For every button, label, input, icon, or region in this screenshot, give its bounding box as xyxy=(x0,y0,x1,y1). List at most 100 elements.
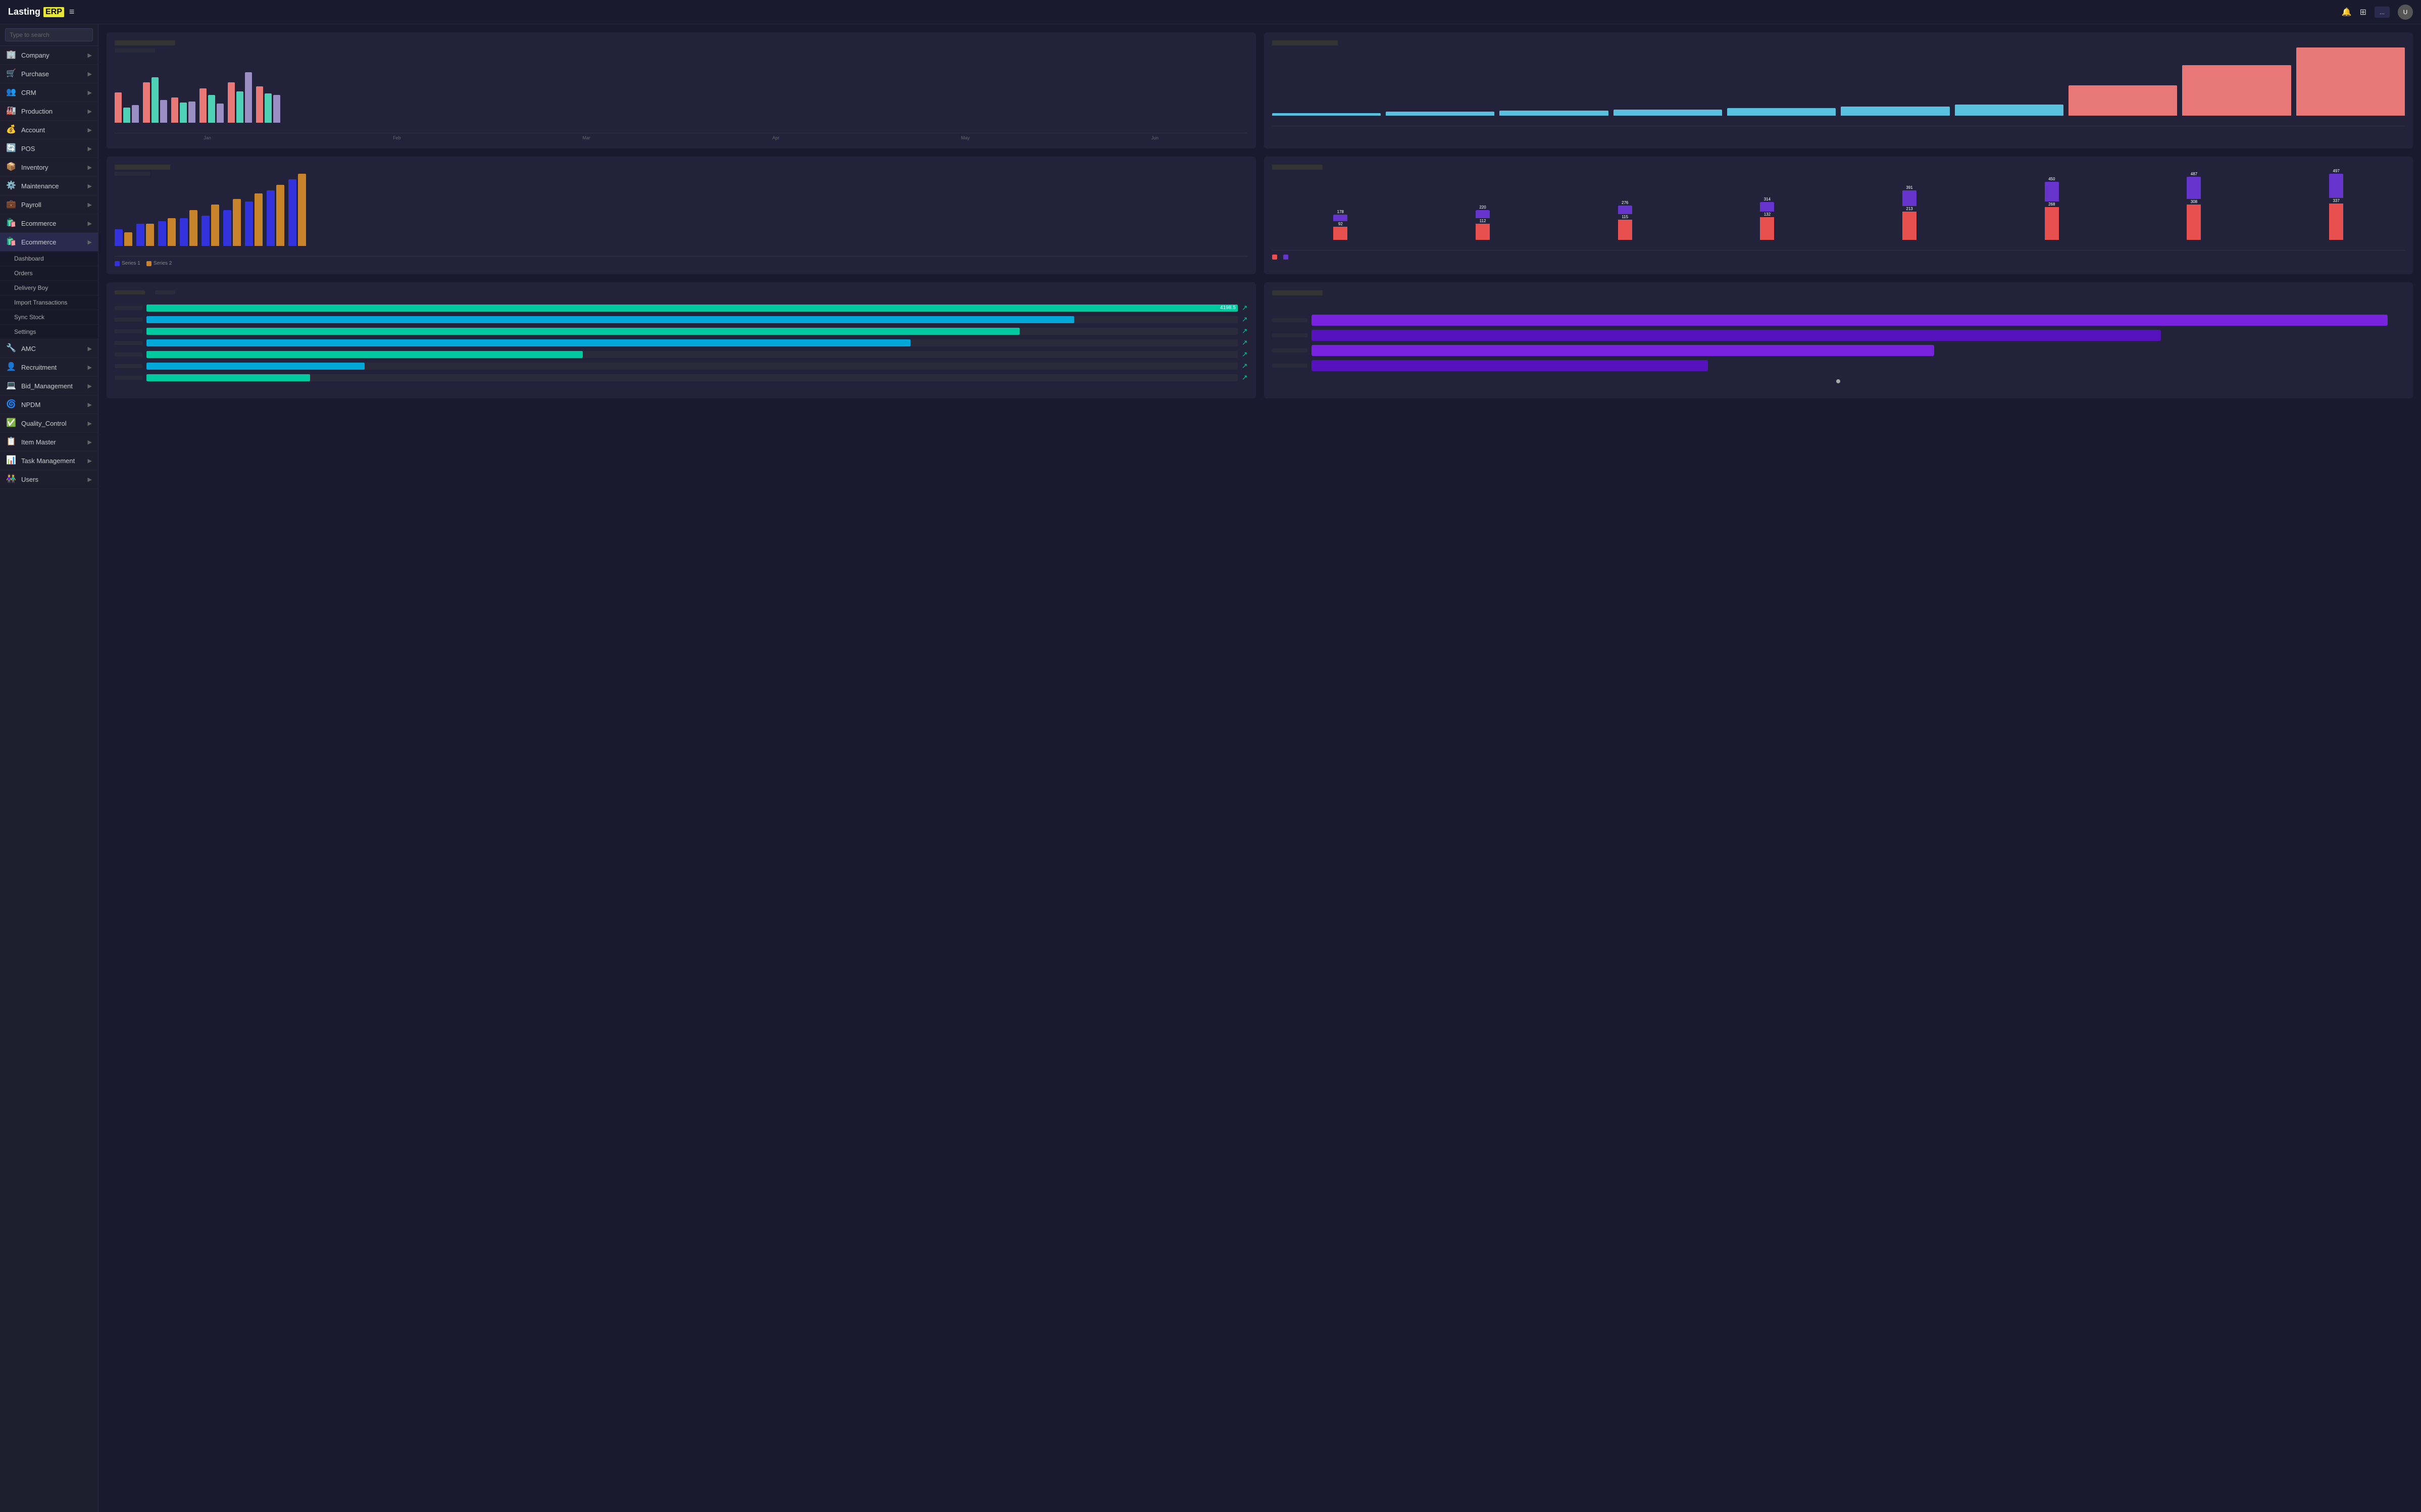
company-icon: 🏢 xyxy=(6,49,17,61)
bar-label: Jan xyxy=(115,135,300,140)
sidebar-item-bid_management[interactable]: 💻 Bid_Management ▶ xyxy=(0,377,98,395)
bar-mid-value: 132 xyxy=(1764,212,1771,217)
sidebar-item-crm[interactable]: 👥 CRM ▶ xyxy=(0,83,98,102)
sidebar-item-label: NPDM xyxy=(21,401,88,409)
submenu-item-orders[interactable]: Orders xyxy=(0,266,98,281)
submenu-item-settings[interactable]: Settings xyxy=(0,325,98,339)
nav-button[interactable]: ... xyxy=(2375,7,2390,18)
hbar-track: 4198.5 xyxy=(146,305,1238,312)
bar xyxy=(1272,113,1381,116)
sidebar-item-account[interactable]: 💰 Account ▶ xyxy=(0,121,98,139)
hbar-row: 4198.5↗ xyxy=(115,304,1248,312)
hbar2-fill xyxy=(1312,360,1708,371)
bar-label: Apr xyxy=(683,135,869,140)
sidebar-item-amc[interactable]: 🔧 AMC ▶ xyxy=(0,339,98,358)
chart-4-bars: 1789222011227611531413239121345026848730… xyxy=(1272,175,2405,250)
sidebar-item-company[interactable]: 🏢 Company ▶ xyxy=(0,46,98,65)
maintenance-icon: ⚙️ xyxy=(6,180,17,191)
hbar-label xyxy=(115,364,142,368)
sidebar-item-inventory[interactable]: 📦 Inventory ▶ xyxy=(0,158,98,177)
sidebar-item-item_master[interactable]: 📋 Item Master ▶ xyxy=(0,433,98,451)
hbar2-label xyxy=(1272,333,1307,337)
bar-top-value: 487 xyxy=(2191,172,2197,176)
chevron-icon: ▶ xyxy=(88,345,92,352)
bar xyxy=(265,93,272,123)
avatar[interactable]: U xyxy=(2398,5,2413,20)
stacked-seg-top xyxy=(1333,215,1347,221)
bar xyxy=(1955,105,2063,116)
bar-label: Jun xyxy=(1062,135,1247,140)
submenu-item-sync_stock[interactable]: Sync Stock xyxy=(0,310,98,325)
sidebar-item-ecommerce[interactable]: 🛍️ Ecommerce ▶ xyxy=(0,233,98,251)
stacked-seg-top xyxy=(1902,190,1916,206)
bar xyxy=(288,179,296,246)
bar-label: May xyxy=(873,135,1058,140)
sidebar-item-maintenance[interactable]: ⚙️ Maintenance ▶ xyxy=(0,177,98,195)
sidebar-item-label: Item Master xyxy=(21,438,88,446)
bar-mid-value: 112 xyxy=(1480,219,1486,223)
stacked-bar-col: 220112 xyxy=(1414,205,1551,240)
sidebar-item-label: Payroll xyxy=(21,201,88,209)
sidebar-item-production[interactable]: 🏭 Production ▶ xyxy=(0,102,98,121)
ecommerce-icon: 🛍️ xyxy=(6,236,17,247)
bar xyxy=(2069,85,2177,116)
chart-title-1 xyxy=(115,40,1248,53)
bar xyxy=(245,72,252,123)
brand: Lasting ERP xyxy=(8,7,64,17)
bar xyxy=(115,229,123,246)
notification-icon[interactable]: 🔔 xyxy=(2342,7,2352,17)
sidebar-item-label: Recruitment xyxy=(21,364,88,371)
bar xyxy=(211,205,219,246)
bar xyxy=(152,77,159,123)
grid-icon[interactable]: ⊞ xyxy=(2360,7,2366,17)
bar-group xyxy=(143,77,167,123)
chevron-icon: ▶ xyxy=(88,52,92,59)
stacked-seg-bottom xyxy=(1618,220,1632,240)
chart-1-bars xyxy=(115,58,1248,133)
sidebar-item-pos[interactable]: 🔄 POS ▶ xyxy=(0,139,98,158)
bar-top-value: 178 xyxy=(1337,210,1344,214)
sidebar-item-quality_control[interactable]: ✅ Quality_Control ▶ xyxy=(0,414,98,433)
sidebar-item-ecommerce[interactable]: 🛍️ Ecommerce ▶ xyxy=(0,214,98,233)
sidebar-item-payroll[interactable]: 💼 Payroll ▶ xyxy=(0,195,98,214)
bar xyxy=(245,201,253,246)
sidebar-item-label: Task Management xyxy=(21,457,88,465)
bar-mid-value: 308 xyxy=(2191,199,2197,204)
chart-title-5 xyxy=(115,290,1248,294)
sidebar-item-purchase[interactable]: 🛒 Purchase ▶ xyxy=(0,65,98,83)
bar-mid-value: 268 xyxy=(2048,202,2055,207)
bar xyxy=(2182,65,2291,116)
bar-mid-value: 115 xyxy=(1622,215,1628,219)
sidebar-item-label: Account xyxy=(21,126,88,134)
submenu-item-dashboard[interactable]: Dashboard xyxy=(0,251,98,266)
search-input[interactable] xyxy=(5,28,93,41)
stacked-seg-bottom xyxy=(1760,217,1774,240)
submenu-item-delivery_boy[interactable]: Delivery Boy xyxy=(0,281,98,295)
hamburger-icon[interactable]: ≡ xyxy=(69,7,75,17)
chart-card-2 xyxy=(1264,32,2413,148)
bar-group xyxy=(228,72,252,123)
stacked-seg-bottom xyxy=(2045,207,2059,240)
bar xyxy=(143,82,150,123)
hbar-row: ↗ xyxy=(115,373,1248,382)
bar-group xyxy=(199,88,224,123)
hbar-label xyxy=(115,306,142,310)
layout: 🏢 Company ▶ 🛒 Purchase ▶ 👥 CRM ▶ 🏭 Produ… xyxy=(0,24,2421,1512)
chart-card-6 xyxy=(1264,282,2413,398)
sidebar-item-task_management[interactable]: 📊 Task Management ▶ xyxy=(0,451,98,470)
submenu-item-import_transactions[interactable]: Import Transactions xyxy=(0,295,98,310)
stacked-seg-bottom xyxy=(1902,212,1916,240)
purchase-icon: 🛒 xyxy=(6,68,17,79)
sidebar-item-recruitment[interactable]: 👤 Recruitment ▶ xyxy=(0,358,98,377)
bar xyxy=(123,108,130,123)
chart-3-bars xyxy=(115,181,1248,257)
sidebar-item-npdm[interactable]: 🌀 NPDM ▶ xyxy=(0,395,98,414)
payroll-icon: 💼 xyxy=(6,199,17,210)
sidebar-item-label: Ecommerce xyxy=(21,238,88,246)
hbar-arrow-icon: ↗ xyxy=(1242,315,1248,324)
sidebar-item-users[interactable]: 👫 Users ▶ xyxy=(0,470,98,489)
hbar2-row xyxy=(1272,315,2405,326)
chevron-icon: ▶ xyxy=(88,183,92,189)
bar-top-value: 450 xyxy=(2048,177,2055,181)
hbar2-fill xyxy=(1312,315,2388,326)
